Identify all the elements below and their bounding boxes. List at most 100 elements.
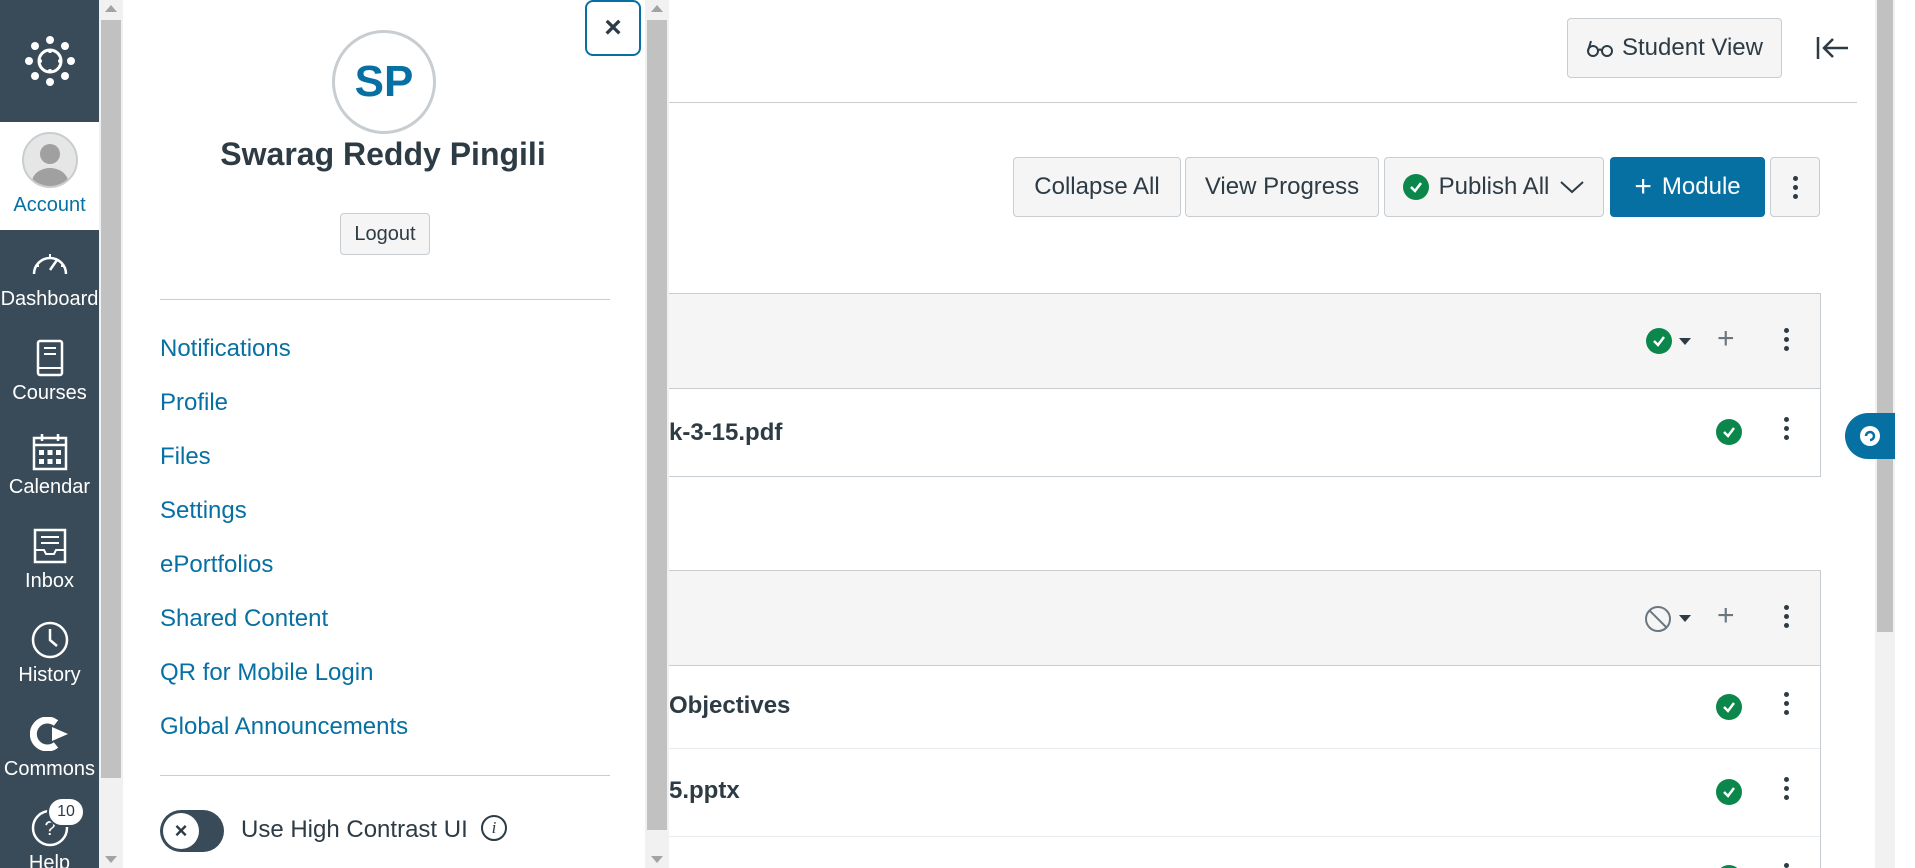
published-check-icon[interactable]: [1716, 694, 1742, 720]
nav-item-account[interactable]: Account: [0, 122, 99, 230]
calendar-icon: [32, 434, 67, 471]
item-title[interactable]: k-3-15.pdf: [669, 419, 782, 447]
history-icon: [31, 621, 68, 659]
help-notification-badge: 10: [47, 797, 85, 827]
canvas-app: Account Dashboard Courses Calendar Inbox…: [0, 0, 1915, 868]
module-item[interactable]: 5.pptx: [669, 749, 1820, 837]
divider: [160, 775, 610, 776]
high-contrast-label: Use High Contrast UI: [241, 816, 468, 843]
module-item[interactable]: [669, 837, 1820, 868]
scrollbar-thumb[interactable]: [1877, 0, 1893, 632]
course-header: Student View: [669, 0, 1857, 103]
nav-item-label: Inbox: [25, 570, 74, 592]
caret-down-icon[interactable]: [1679, 338, 1691, 345]
toggle-off-icon: ×: [163, 813, 199, 849]
nav-item-label: Courses: [12, 382, 87, 404]
canvas-logo-icon: [24, 36, 75, 86]
nav-item-inbox[interactable]: Inbox: [0, 512, 99, 606]
module-header[interactable]: +: [669, 294, 1820, 389]
more-options-button[interactable]: [1770, 157, 1820, 217]
collapse-all-button[interactable]: Collapse All: [1013, 157, 1181, 217]
nav-item-label: Help: [28, 852, 71, 868]
module: + Objectives 5.pptx: [669, 570, 1821, 868]
user-avatar-initials: SP: [332, 30, 436, 134]
nav-item-label: History: [18, 664, 81, 686]
scroll-up-arrow-icon[interactable]: [105, 5, 117, 12]
kebab-icon: [1791, 175, 1799, 199]
kebab-icon[interactable]: [1782, 328, 1790, 351]
module-item[interactable]: k-3-15.pdf: [669, 389, 1820, 476]
link-files[interactable]: Files: [160, 434, 408, 488]
canvas-logo[interactable]: [0, 0, 99, 122]
link-profile[interactable]: Profile: [160, 380, 408, 434]
add-module-label: Module: [1661, 173, 1741, 200]
module-header[interactable]: +: [669, 571, 1820, 666]
link-eportfolios[interactable]: ePortfolios: [160, 542, 408, 596]
high-contrast-toggle[interactable]: ×: [160, 810, 224, 852]
info-icon[interactable]: i: [481, 815, 507, 841]
link-shared-content[interactable]: Shared Content: [160, 596, 408, 650]
nav-item-calendar[interactable]: Calendar: [0, 418, 99, 512]
add-module-button[interactable]: + Module: [1610, 157, 1765, 217]
chat-icon: [1860, 426, 1880, 446]
nav-scrollbar[interactable]: [99, 0, 123, 868]
plus-icon: +: [1634, 170, 1652, 203]
nav-item-label: Dashboard: [0, 288, 99, 310]
nav-item-history[interactable]: History: [0, 606, 99, 700]
nav-item-label: Commons: [3, 758, 96, 780]
account-links: Notifications Profile Files Settings ePo…: [160, 326, 408, 758]
link-qr-mobile-login[interactable]: QR for Mobile Login: [160, 650, 408, 704]
kebab-icon[interactable]: [1782, 692, 1790, 715]
nav-item-label: Account: [13, 194, 86, 216]
close-tray-button[interactable]: ×: [585, 0, 641, 56]
dashboard-icon: [32, 254, 67, 275]
kebab-icon[interactable]: [1782, 417, 1790, 440]
item-title[interactable]: Objectives: [669, 692, 790, 720]
published-check-icon[interactable]: [1716, 419, 1742, 445]
nav-item-commons[interactable]: Commons: [0, 700, 99, 794]
unpublished-icon[interactable]: [1644, 605, 1672, 633]
add-item-plus-icon[interactable]: +: [1717, 599, 1735, 633]
link-settings[interactable]: Settings: [160, 488, 408, 542]
kebab-icon[interactable]: [1782, 777, 1790, 800]
nav-item-dashboard[interactable]: Dashboard: [0, 230, 99, 324]
published-check-icon: [1402, 174, 1429, 200]
link-notifications[interactable]: Notifications: [160, 326, 408, 380]
account-tray: × SP Swarag Reddy Pingili Logout Notific…: [123, 0, 643, 868]
chat-widget-button[interactable]: [1845, 413, 1895, 459]
user-name: Swarag Reddy Pingili: [220, 136, 546, 172]
publish-all-button[interactable]: Publish All: [1384, 157, 1604, 217]
student-view-label: Student View: [1622, 34, 1763, 61]
link-global-announcements[interactable]: Global Announcements: [160, 704, 408, 758]
kebab-icon[interactable]: [1782, 605, 1790, 628]
nav-item-courses[interactable]: Courses: [0, 324, 99, 418]
view-progress-button[interactable]: View Progress: [1185, 157, 1379, 217]
nav-item-label: Calendar: [8, 476, 91, 498]
scrollbar-thumb[interactable]: [647, 20, 667, 830]
published-check-icon[interactable]: [1716, 779, 1742, 805]
scroll-up-arrow-icon[interactable]: [651, 5, 663, 12]
scrollbar-thumb[interactable]: [101, 20, 121, 778]
courses-icon: [36, 339, 63, 377]
published-check-icon[interactable]: [1646, 328, 1672, 354]
logout-button[interactable]: Logout: [340, 213, 430, 255]
tray-scrollbar[interactable]: [645, 0, 669, 868]
inbox-icon: [33, 528, 66, 564]
scroll-down-arrow-icon[interactable]: [651, 856, 663, 863]
collapse-sidebar-icon[interactable]: [1812, 28, 1852, 68]
modules-page: Student View Collapse All View Progress …: [669, 0, 1895, 868]
caret-down-icon[interactable]: [1679, 615, 1691, 622]
module-item[interactable]: Objectives: [669, 666, 1820, 749]
publish-all-label: Publish All: [1438, 173, 1550, 200]
item-title[interactable]: 5.pptx: [669, 777, 740, 805]
commons-icon: [29, 717, 68, 751]
user-silhouette-icon: [31, 144, 68, 186]
module: + k-3-15.pdf: [669, 293, 1821, 477]
add-item-plus-icon[interactable]: +: [1717, 322, 1735, 356]
student-view-button[interactable]: Student View: [1567, 18, 1782, 78]
global-navigation: Account Dashboard Courses Calendar Inbox…: [0, 0, 99, 868]
scroll-down-arrow-icon[interactable]: [105, 856, 117, 863]
glasses-icon: [1587, 40, 1613, 57]
avatar: [21, 132, 78, 188]
kebab-icon[interactable]: [1782, 863, 1790, 868]
